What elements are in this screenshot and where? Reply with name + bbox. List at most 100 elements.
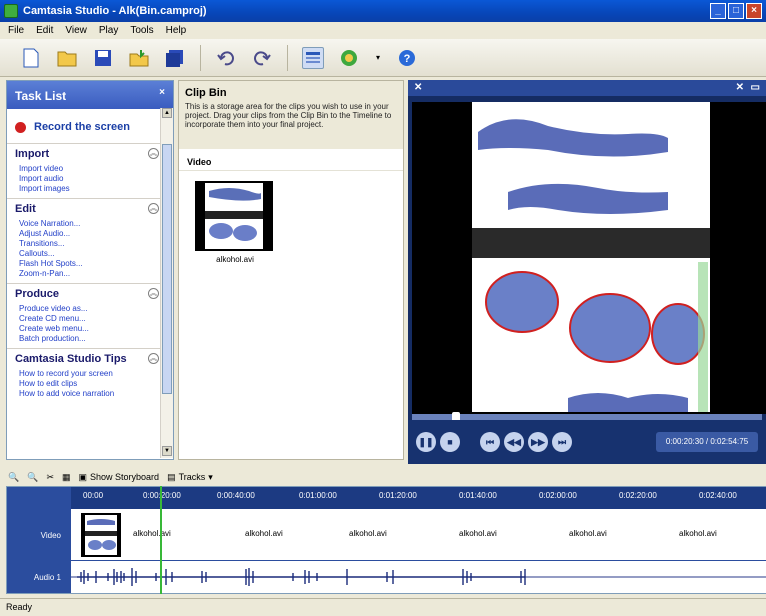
zoom-out-icon[interactable]: 🔍 [27, 472, 38, 483]
show-storyboard-button[interactable]: ▣ Show Storyboard [79, 472, 160, 483]
chevron-down-icon: ▾ [208, 471, 213, 482]
track-headers: Video Audio 1 [7, 487, 71, 593]
menu-play[interactable]: Play [99, 25, 118, 36]
fit-preview-icon[interactable]: ✕ [736, 82, 744, 93]
tip-edit-link[interactable]: How to edit clips [15, 379, 173, 389]
audio-track-label: Audio 1 [33, 573, 61, 582]
audio-track[interactable] [71, 561, 766, 593]
toolbar-separator [200, 44, 201, 71]
flash-hot-spots-link[interactable]: Flash Hot Spots... [15, 259, 173, 269]
close-button[interactable]: × [746, 3, 762, 19]
clip-bin-header: Clip Bin This is a storage area for the … [179, 81, 403, 149]
video-track[interactable]: alkohol.avi alkohol.avi alkohol.avi alko… [71, 509, 766, 561]
import-audio-link[interactable]: Import audio [15, 174, 173, 184]
import-section: Import ︽ Import video Import audio Impor… [7, 144, 173, 199]
timeline-toolbar: 🔍 🔍 ✂ ▦ ▣ Show Storyboard ▤ Tracks ▾ [0, 468, 766, 486]
task-list-scrollbar[interactable]: ▲ ▼ [160, 108, 173, 458]
minimize-button[interactable]: _ [710, 3, 726, 19]
menu-bar: File Edit View Play Tools Help [0, 22, 766, 39]
task-list-title: Task List [15, 89, 67, 103]
clip-bin-pane: Clip Bin This is a storage area for the … [178, 80, 404, 460]
preview-options-icon[interactable]: ▭ [751, 82, 760, 93]
import-images-link[interactable]: Import images [15, 184, 173, 194]
import-media-icon[interactable] [128, 47, 150, 69]
clip-bin-title: Clip Bin [185, 87, 227, 99]
import-video-link[interactable]: Import video [15, 164, 173, 174]
split-icon[interactable]: ✂ [46, 472, 54, 483]
ruler-tick: 0:02:40:00 [699, 491, 737, 500]
rewind-icon[interactable]: ◀◀ [504, 432, 524, 452]
playhead[interactable] [160, 486, 162, 594]
window-title: Camtasia Studio - Alk(Bin.camproj) [23, 5, 207, 17]
ruler-tick: 0:02:20:00 [619, 491, 657, 500]
tip-record-link[interactable]: How to record your screen [15, 369, 173, 379]
storyboard-icon: ▣ [78, 471, 88, 482]
tracks-dropdown[interactable]: ▤ Tracks ▾ [167, 472, 213, 483]
create-web-menu-link[interactable]: Create web menu... [15, 324, 173, 334]
clip-thumbnail[interactable] [195, 181, 273, 251]
preview-header: ✕ ✕ ▭ [408, 80, 766, 96]
collapse-icon[interactable]: ︽ [148, 353, 159, 364]
new-project-icon[interactable] [20, 47, 42, 69]
detach-preview-icon[interactable]: ✕ [414, 82, 422, 93]
video-clip-label: alkohol.avi [569, 529, 607, 538]
maximize-button[interactable]: □ [728, 3, 744, 19]
ruler-tick: 0:01:40:00 [459, 491, 497, 500]
video-section-header: Video [179, 149, 403, 171]
zoom-n-pan-link[interactable]: Zoom-n-Pan... [15, 269, 173, 279]
video-clip-label: alkohol.avi [133, 529, 171, 538]
record-screen-label: Record the screen [34, 121, 130, 133]
video-clip-label: alkohol.avi [245, 529, 283, 538]
pause-icon[interactable]: ❚❚ [416, 432, 436, 452]
menu-tools[interactable]: Tools [130, 25, 153, 36]
title-bar: Camtasia Studio - Alk(Bin.camproj) _ □ × [0, 0, 766, 22]
tracks-label: Tracks [178, 472, 206, 482]
record-screen-link[interactable]: Record the screen [7, 109, 173, 144]
fast-forward-icon[interactable]: ▶▶ [528, 432, 548, 452]
callouts-link[interactable]: Callouts... [15, 249, 173, 259]
time-ruler[interactable]: 00:00 0:00:20:00 0:00:40:00 0:01:00:00 0… [71, 487, 766, 509]
clip-properties-icon[interactable]: ▦ [62, 472, 71, 483]
help-icon[interactable]: ? [396, 47, 418, 69]
save-icon[interactable] [92, 47, 114, 69]
menu-help[interactable]: Help [166, 25, 187, 36]
stop-icon[interactable]: ■ [440, 432, 460, 452]
undo-icon[interactable] [215, 47, 237, 69]
ruler-tick: 00:00 [83, 491, 104, 500]
collapse-icon[interactable]: ︽ [148, 203, 159, 214]
menu-file[interactable]: File [8, 25, 24, 36]
clip-bin-description: This is a storage area for the clips you… [185, 102, 392, 129]
collapse-icon[interactable]: ︽ [148, 288, 159, 299]
tracks-icon: ▤ [167, 471, 176, 482]
menu-edit[interactable]: Edit [36, 25, 53, 36]
adjust-audio-link[interactable]: Adjust Audio... [15, 229, 173, 239]
scroll-up-icon[interactable]: ▲ [162, 108, 172, 118]
video-clip-thumbnail[interactable] [81, 513, 121, 557]
tip-narration-link[interactable]: How to add voice narration [15, 389, 173, 399]
collapse-icon[interactable]: ︽ [148, 148, 159, 159]
task-list-close-icon[interactable]: × [159, 87, 165, 98]
scroll-down-icon[interactable]: ▼ [162, 446, 172, 456]
open-folder-icon[interactable] [56, 47, 78, 69]
video-clip-label: alkohol.avi [349, 529, 387, 538]
task-list-header: Task List × [7, 81, 173, 109]
create-cd-menu-link[interactable]: Create CD menu... [15, 314, 173, 324]
next-clip-icon[interactable]: ⏭ [552, 432, 572, 452]
record-icon [15, 121, 26, 133]
task-list-toggle-icon[interactable] [302, 46, 324, 69]
timeline: Video Audio 1 00:00 0:00:20:00 0:00:40:0… [6, 486, 766, 594]
previous-clip-icon[interactable]: ⏮ [480, 432, 500, 452]
menu-view[interactable]: View [65, 25, 87, 36]
batch-production-link[interactable]: Batch production... [15, 334, 173, 344]
scroll-thumb[interactable] [162, 144, 172, 394]
save-all-icon[interactable] [164, 47, 186, 69]
transitions-link[interactable]: Transitions... [15, 239, 173, 249]
produce-video-link[interactable]: Produce video as... [15, 304, 173, 314]
produce-icon[interactable] [338, 47, 360, 69]
status-text: Ready [6, 602, 33, 612]
voice-narration-link[interactable]: Voice Narration... [15, 219, 173, 229]
zoom-in-icon[interactable]: 🔍 [8, 472, 19, 483]
produce-dropdown-icon[interactable]: ▾ [374, 47, 382, 69]
ruler-tick: 0:01:20:00 [379, 491, 417, 500]
redo-icon[interactable] [251, 47, 273, 69]
